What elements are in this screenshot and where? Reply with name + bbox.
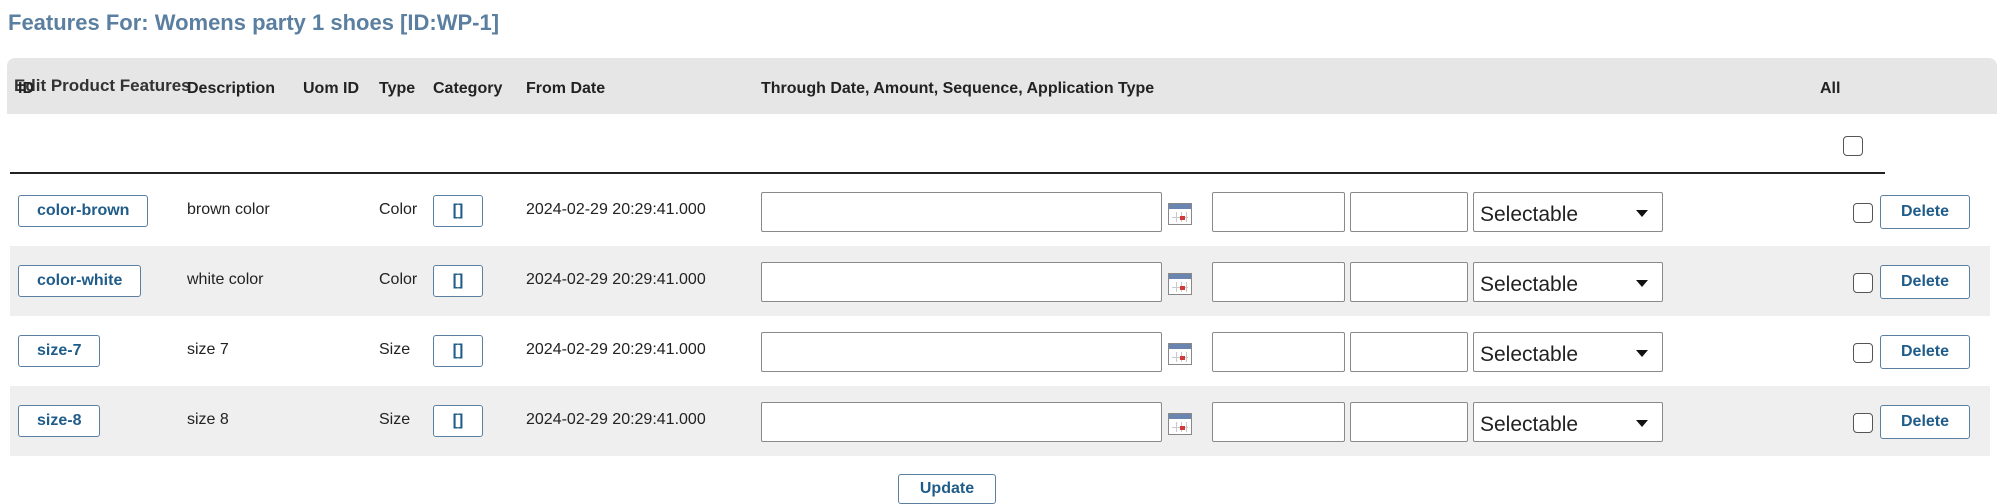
calendar-icon[interactable] <box>1168 273 1192 295</box>
through-date-input[interactable] <box>761 402 1162 442</box>
row-select-checkbox[interactable] <box>1853 343 1873 363</box>
through-date-input[interactable] <box>761 192 1162 232</box>
calendar-icon[interactable] <box>1168 203 1192 225</box>
category-button[interactable]: [] <box>433 195 483 227</box>
application-type-select[interactable]: Selectable <box>1473 262 1663 302</box>
sequence-input[interactable] <box>1350 402 1468 442</box>
feature-id-link[interactable]: size-8 <box>18 405 101 437</box>
header-category: Category <box>433 80 503 97</box>
application-type-select[interactable]: Selectable <box>1473 332 1663 372</box>
sequence-input[interactable] <box>1350 332 1468 372</box>
header-type: Type <box>379 80 416 97</box>
header-uom-id: Uom ID <box>303 80 359 97</box>
table-row: color-brown brown color Color [] 2024-02-29 … <box>10 176 1990 246</box>
header-rule <box>10 172 1885 174</box>
panel-title: Edit Product Features <box>14 76 191 95</box>
delete-button[interactable]: Delete <box>1880 335 1970 369</box>
category-button[interactable]: [] <box>433 405 483 437</box>
amount-input[interactable] <box>1212 192 1345 232</box>
application-type-select[interactable]: Selectable <box>1473 402 1663 442</box>
feature-id-link[interactable]: size-7 <box>18 335 101 367</box>
application-type-value: Selectable <box>1480 273 1579 296</box>
header-all: All <box>1820 80 1841 97</box>
feature-description: white color <box>187 271 264 288</box>
feature-type: Size <box>379 341 411 358</box>
amount-input[interactable] <box>1212 332 1345 372</box>
select-all-checkbox[interactable] <box>1843 136 1863 156</box>
through-date-input[interactable] <box>761 262 1162 302</box>
from-date: 2024-02-29 20:29:41.000 <box>526 411 706 428</box>
table-row: size-8 size 8 Size [] 2024-02-29 20:29:41.00… <box>10 386 1990 456</box>
sequence-input[interactable] <box>1350 192 1468 232</box>
category-button[interactable]: [] <box>433 265 483 297</box>
header-id: ID <box>18 80 34 97</box>
row-select-checkbox[interactable] <box>1853 273 1873 293</box>
feature-description: size 7 <box>187 341 229 358</box>
feature-type: Color <box>379 201 418 218</box>
from-date: 2024-02-29 20:29:41.000 <box>526 271 706 288</box>
application-type-value: Selectable <box>1480 413 1579 436</box>
amount-input[interactable] <box>1212 262 1345 302</box>
through-date-input[interactable] <box>761 332 1162 372</box>
chevron-down-icon <box>1636 210 1648 217</box>
application-type-select[interactable]: Selectable <box>1473 192 1663 232</box>
header-through: Through Date, Amount, Sequence, Applicat… <box>761 80 1155 97</box>
table-row: size-7 size 7 Size [] 2024-02-29 20:29:41.00… <box>10 316 1990 386</box>
sequence-input[interactable] <box>1350 262 1468 302</box>
from-date: 2024-02-29 20:29:41.000 <box>526 201 706 218</box>
row-select-checkbox[interactable] <box>1853 413 1873 433</box>
feature-type: Size <box>379 411 411 428</box>
application-type-value: Selectable <box>1480 343 1579 366</box>
page-title: Features For: Womens party 1 shoes [ID:W… <box>8 10 500 35</box>
header-from-date: From Date <box>526 80 606 97</box>
feature-id-link[interactable]: color-brown <box>18 195 149 227</box>
application-type-value: Selectable <box>1480 203 1579 226</box>
from-date: 2024-02-29 20:29:41.000 <box>526 341 706 358</box>
calendar-icon[interactable] <box>1168 343 1192 365</box>
feature-description: size 8 <box>187 411 229 428</box>
delete-button[interactable]: Delete <box>1880 195 1970 229</box>
chevron-down-icon <box>1636 350 1648 357</box>
feature-type: Color <box>379 271 418 288</box>
table-row: color-white white color Color [] 2024-02-29 … <box>10 246 1990 316</box>
chevron-down-icon <box>1636 420 1648 427</box>
category-button[interactable]: [] <box>433 335 483 367</box>
delete-button[interactable]: Delete <box>1880 265 1970 299</box>
update-button[interactable]: Update <box>898 474 996 504</box>
chevron-down-icon <box>1636 280 1648 287</box>
row-select-checkbox[interactable] <box>1853 203 1873 223</box>
amount-input[interactable] <box>1212 402 1345 442</box>
calendar-icon[interactable] <box>1168 413 1192 435</box>
delete-button[interactable]: Delete <box>1880 405 1970 439</box>
feature-description: brown color <box>187 201 270 218</box>
header-description: Description <box>187 80 276 97</box>
feature-id-link[interactable]: color-white <box>18 265 142 297</box>
